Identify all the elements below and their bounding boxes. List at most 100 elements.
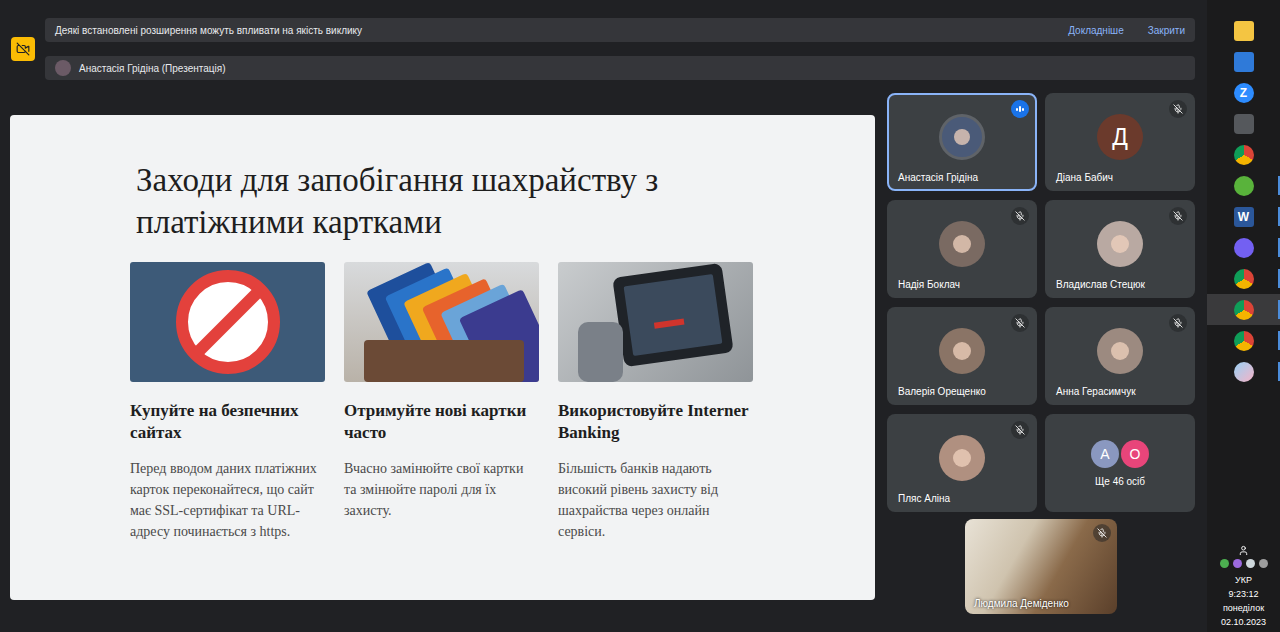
participant-avatar (1097, 221, 1143, 267)
participant-name: Надія Боклач (898, 279, 960, 290)
chrome-icon (1234, 300, 1254, 320)
cards-image (344, 262, 539, 382)
mic-off-icon (1093, 524, 1111, 542)
more-label: Ще 46 осіб (1095, 476, 1145, 487)
participant-avatar (939, 114, 985, 160)
slide-card: Використовуйте Interner BankingБільшість… (558, 262, 753, 542)
bear-icon (1234, 114, 1254, 134)
zoom-icon: Z (1234, 83, 1254, 103)
running-indicator (1278, 362, 1280, 381)
self-view-tile[interactable]: Людмила Деміденко (965, 519, 1117, 614)
taskbar-app[interactable] (1207, 108, 1280, 139)
participant-avatar (939, 328, 985, 374)
participant-tile[interactable]: Д Діана Бабич (1045, 93, 1195, 191)
participants-panel: Анастасія Грідіна Д Діана Бабич Надія Бокла… (887, 93, 1195, 614)
slide-title: Заходи для запобігання шахрайству з плат… (130, 159, 780, 243)
viber-icon (1234, 238, 1254, 258)
taskbar-app[interactable] (1207, 294, 1280, 325)
card-body: Вчасно замінюйте свої картки та змінюйте… (344, 458, 539, 521)
taskbar-app[interactable] (1207, 263, 1280, 294)
participant-tile[interactable]: Владислав Стецюк (1045, 200, 1195, 298)
participant-name: Анна Герасимчук (1056, 386, 1136, 397)
participant-tile[interactable]: Валерія Орещенко (887, 307, 1037, 405)
mic-off-icon (1169, 314, 1187, 332)
person-icon[interactable] (1238, 545, 1249, 556)
participant-name: Владислав Стецюк (1056, 279, 1145, 290)
taskbar-app[interactable] (1207, 356, 1280, 387)
taskbar-app[interactable] (1207, 139, 1280, 170)
running-indicator (1278, 176, 1280, 195)
taskbar-app[interactable] (1207, 15, 1280, 46)
participant-name: Діана Бабич (1056, 172, 1113, 183)
clock-time[interactable]: 9:23:12 (1228, 589, 1258, 600)
slide-card: Отримуйте нові картки часто Вчасно заміню… (344, 262, 539, 542)
meet-main: Деякі встановлені розширення можуть впли… (0, 0, 1207, 632)
taskbar-app[interactable]: Z (1207, 77, 1280, 108)
more-avatar: А (1091, 440, 1119, 468)
tablet-image (558, 262, 753, 382)
presenter-label: Анастасія Грідіна (Презентація) (79, 63, 1185, 74)
notification-bar: Деякі встановлені розширення можуть впли… (45, 18, 1195, 42)
prohibition-icon (173, 267, 283, 377)
slide-card: Купуйте на безпечних сайтах Перед вводом … (130, 262, 325, 542)
clock-day: понеділок (1223, 603, 1264, 614)
participant-tile[interactable]: Анна Герасимчук (1045, 307, 1195, 405)
taskbar-app[interactable] (1207, 325, 1280, 356)
participant-name: Анастасія Грідіна (898, 172, 978, 183)
mic-off-icon (1011, 207, 1029, 225)
mic-off-icon (1169, 207, 1187, 225)
top-area: Деякі встановлені розширення можуть впли… (0, 18, 1207, 80)
system-tray: УКР 9:23:12 понеділок 02.10.2023 (1207, 545, 1280, 632)
running-indicator (1278, 269, 1280, 288)
meet-window: Деякі встановлені розширення можуть впли… (0, 0, 1280, 632)
card-body: Перед вводом даних платіжних карток пере… (130, 458, 325, 542)
notification-text: Деякі встановлені розширення можуть впли… (55, 25, 1044, 36)
more-avatar: О (1121, 440, 1149, 468)
participant-tile[interactable]: Анастасія Грідіна (887, 93, 1037, 191)
tray-app-icon[interactable] (1220, 559, 1229, 568)
self-view-name: Людмила Деміденко (974, 598, 1069, 609)
running-indicator (1278, 238, 1280, 257)
taskbar: Z W УКР 9:23:12 понеділок 02.10.2023 (1207, 0, 1280, 632)
explorer-icon (1234, 21, 1254, 41)
mic-icon[interactable] (1246, 559, 1255, 568)
participant-avatar: Д (1097, 114, 1143, 160)
wifi-icon[interactable] (1259, 559, 1268, 568)
chrome-icon (1234, 145, 1254, 165)
card-body: Більшість банків надають високий рівень … (558, 458, 753, 542)
notification-link[interactable]: Закрити (1148, 25, 1185, 36)
paint-icon (1234, 362, 1254, 382)
running-indicator (1278, 300, 1280, 319)
tray-app-icon[interactable] (1233, 559, 1242, 568)
participant-avatar (939, 221, 985, 267)
mic-off-icon (1011, 421, 1029, 439)
prohibition-image (130, 262, 325, 382)
running-indicator (1278, 207, 1280, 226)
taskbar-app[interactable] (1207, 170, 1280, 201)
clock-date: 02.10.2023 (1221, 617, 1266, 628)
running-indicator (1278, 331, 1280, 350)
presentation-off-icon[interactable] (11, 37, 35, 61)
participant-tile[interactable]: Надія Боклач (887, 200, 1037, 298)
participant-tile[interactable]: Пляс Аліна (887, 414, 1037, 512)
credit-cards-icon (344, 262, 539, 382)
taskbar-app[interactable] (1207, 232, 1280, 263)
presenter-bar: Анастасія Грідіна (Презентація) (45, 56, 1195, 80)
tablet-icon (558, 262, 753, 382)
participant-name: Валерія Орещенко (898, 386, 986, 397)
more-participants-tile[interactable]: АО Ще 46 осіб (1045, 414, 1195, 512)
presenter-avatar (55, 60, 71, 76)
participant-name: Пляс Аліна (898, 493, 950, 504)
participant-avatar (939, 435, 985, 481)
mic-off-icon (1011, 314, 1029, 332)
card-heading: Отримуйте нові картки часто (344, 400, 539, 444)
card-heading: Купуйте на безпечних сайтах (130, 400, 325, 444)
taskbar-app[interactable] (1207, 46, 1280, 77)
word-icon: W (1234, 207, 1254, 227)
notification-link[interactable]: Докладніше (1068, 25, 1124, 36)
voice-activity-icon (1011, 100, 1029, 118)
language-indicator[interactable]: УКР (1235, 575, 1252, 586)
taskbar-app[interactable]: W (1207, 201, 1280, 232)
chrome-icon (1234, 269, 1254, 289)
chrome-icon (1234, 331, 1254, 351)
